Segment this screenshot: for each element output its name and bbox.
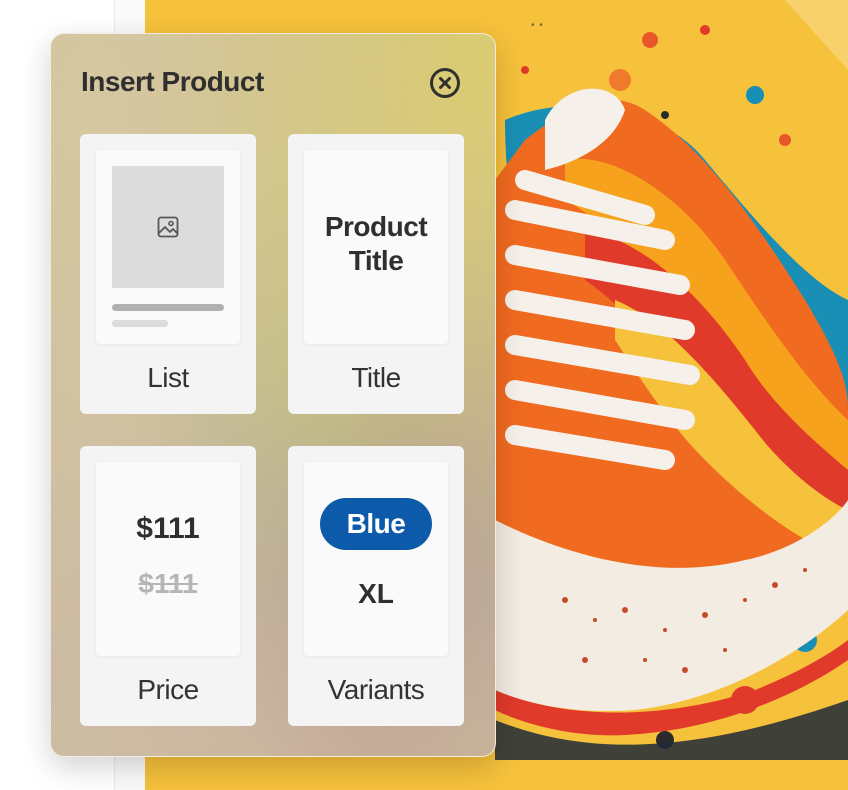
- price-sample: $111: [136, 512, 200, 545]
- close-button[interactable]: [429, 67, 461, 99]
- variants-preview: Blue XL: [304, 462, 448, 656]
- price-preview: $111 $111: [96, 462, 240, 656]
- compare-price-sample: $111: [138, 568, 198, 599]
- close-circle-icon: [430, 68, 460, 98]
- list-preview: [96, 150, 240, 344]
- insert-price-tile[interactable]: $111 $111 Price: [80, 446, 256, 726]
- tile-label-title: Title: [351, 362, 401, 393]
- panel-title: Insert Product: [81, 66, 264, 97]
- insert-variants-tile[interactable]: Blue XL Variants: [288, 446, 464, 726]
- image-icon: [157, 216, 179, 238]
- variant-size-sample: XL: [358, 578, 394, 609]
- insert-title-tile[interactable]: Product Title Title: [288, 134, 464, 414]
- drag-handle-icon[interactable]: • •: [531, 20, 544, 31]
- product-title-sample: Product Title: [324, 211, 428, 276]
- title-preview: Product Title: [304, 150, 448, 344]
- list-subtitle-line: [112, 320, 168, 327]
- tile-label-list: List: [147, 362, 189, 393]
- variant-option-pill: Blue: [320, 498, 432, 550]
- insert-list-tile[interactable]: List: [80, 134, 256, 414]
- list-title-line: [112, 304, 224, 311]
- image-placeholder: [112, 166, 224, 288]
- insert-product-panel: Insert Product List ProductTitle Title: [50, 33, 496, 757]
- tile-label-variants: Variants: [327, 674, 425, 705]
- tile-label-price: Price: [137, 674, 199, 705]
